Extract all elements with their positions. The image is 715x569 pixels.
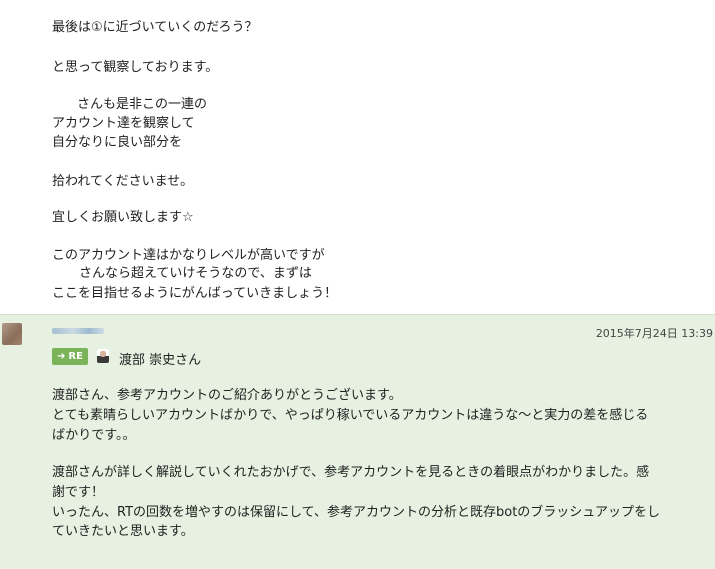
reply-line: ばかりです。。 [52, 428, 136, 443]
redacted-username [52, 328, 104, 334]
reply-arrow-icon: ➜ [57, 351, 66, 362]
reply-line: とても素晴らしいアカウントばかりで、やっぱり稼いでいるアカウントは違うな～と実力… [52, 408, 649, 423]
reply-badge[interactable]: ➜ RE [52, 348, 88, 365]
reply-line: 渡部さんが詳しく解説していくれたおかげで、参考アカウントを見るときの着眼点がわか… [52, 465, 650, 480]
comment-line: このアカウント達はかなりレベルが高いですが [52, 248, 325, 263]
comment-line: さんも是非この一連の [77, 97, 208, 112]
reply-line: いったん、RTの回数を増やすのは保留にして、参考アカウントの分析と既存botのブ… [52, 505, 661, 520]
comment-date: 2015年7月24日 13:39 [595, 327, 713, 340]
reply-badge-label: RE [68, 351, 83, 362]
comment-line: 自分なりに良い部分を [52, 135, 183, 150]
avatar[interactable] [2, 323, 22, 345]
reply-to-name[interactable]: 渡部 崇史さん [119, 349, 201, 368]
reply-to-avatar [97, 349, 109, 363]
comment-line: 宜しくお願い致します☆ [52, 210, 194, 225]
comment-line: ここを目指せるようにがんばっていきましょう！ [52, 286, 338, 301]
reply-line: ていきたいと思います。 [52, 524, 194, 539]
previous-comment: 最後は①に近づいていくのだろう？ と思って観察しております。 さんも是非この一連… [0, 0, 715, 314]
reply-comment: 2015年7月24日 13:39 ➜ RE 渡部 崇史さん 渡部さん、参考アカウン… [0, 314, 715, 569]
comment-line: と思って観察しております。 [52, 60, 219, 75]
reply-line: 謝です！ [52, 485, 105, 500]
comment-line: アカウント達を観察して [52, 116, 195, 131]
reply-line: 渡部さん、参考アカウントのご紹介ありがとうございます。 [52, 388, 402, 403]
comment-line: さんなら超えていけそうなので、まずは [79, 266, 312, 281]
comment-line: 最後は①に近づいていくのだろう？ [52, 20, 258, 35]
comment-line: 拾われてくださいませ。 [52, 174, 194, 189]
